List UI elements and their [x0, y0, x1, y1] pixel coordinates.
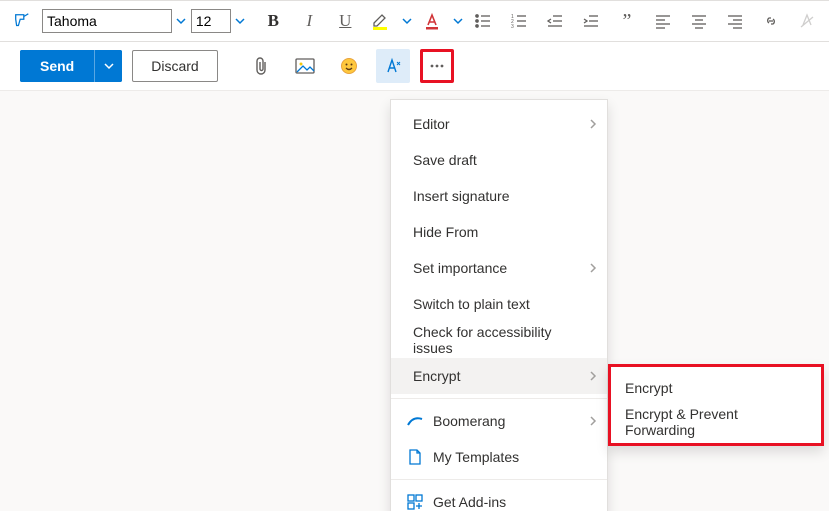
formatting-toolbar: B I U 123 ” [0, 0, 829, 42]
highlight-button[interactable] [365, 5, 397, 37]
menu-item-check-accessibility[interactable]: Check for accessibility issues [391, 322, 607, 358]
font-name-input[interactable] [42, 9, 172, 33]
more-options-button[interactable] [420, 49, 454, 83]
menu-item-hide-from[interactable]: Hide From [391, 214, 607, 250]
menu-label: Editor [413, 116, 450, 132]
clear-format-icon[interactable] [791, 5, 823, 37]
link-icon[interactable] [755, 5, 787, 37]
send-caret-button[interactable] [94, 50, 122, 82]
align-center-button[interactable] [683, 5, 715, 37]
menu-item-boomerang[interactable]: Boomerang [391, 403, 607, 439]
menu-label: Encrypt [625, 380, 672, 396]
menu-label: Set importance [413, 260, 507, 276]
send-button[interactable]: Send [20, 50, 94, 82]
underline-button[interactable]: U [329, 5, 361, 37]
addins-icon [405, 494, 425, 510]
show-formatting-icon[interactable] [376, 49, 410, 83]
menu-item-save-draft[interactable]: Save draft [391, 142, 607, 178]
menu-label: Hide From [413, 224, 478, 240]
font-color-caret[interactable] [452, 9, 463, 33]
font-color-button[interactable] [416, 5, 448, 37]
outdent-button[interactable] [539, 5, 571, 37]
align-right-button[interactable] [719, 5, 751, 37]
align-left-button[interactable] [647, 5, 679, 37]
chevron-right-icon [589, 262, 597, 274]
menu-label: Check for accessibility issues [413, 324, 593, 356]
chevron-right-icon [589, 370, 597, 382]
menu-label: Boomerang [433, 413, 505, 429]
menu-label: Encrypt [413, 368, 460, 384]
message-body-area: Editor Save draft Insert signature Hide … [0, 91, 829, 511]
menu-item-switch-plain[interactable]: Switch to plain text [391, 286, 607, 322]
submenu-item-encrypt[interactable]: Encrypt [611, 371, 821, 405]
menu-label: Encrypt & Prevent Forwarding [625, 406, 807, 438]
menu-item-my-templates[interactable]: My Templates [391, 439, 607, 475]
menu-label: Get Add-ins [433, 494, 506, 510]
submenu-item-encrypt-prevent[interactable]: Encrypt & Prevent Forwarding [611, 405, 821, 439]
compose-action-bar: Send Discard [0, 42, 829, 91]
number-list-button[interactable]: 123 [503, 5, 535, 37]
bold-button[interactable]: B [257, 5, 289, 37]
menu-label: Insert signature [413, 188, 510, 204]
svg-text:3: 3 [511, 24, 514, 30]
font-name-caret[interactable] [176, 9, 187, 33]
font-size-caret[interactable] [235, 9, 246, 33]
chevron-right-icon [589, 118, 597, 130]
menu-separator [391, 479, 607, 480]
bullet-list-button[interactable] [467, 5, 499, 37]
insert-picture-icon[interactable] [288, 49, 322, 83]
menu-item-set-importance[interactable]: Set importance [391, 250, 607, 286]
chevron-right-icon [589, 415, 597, 427]
emoji-icon[interactable] [332, 49, 366, 83]
boomerang-icon [405, 415, 425, 427]
format-painter-icon[interactable] [6, 5, 38, 37]
menu-item-editor[interactable]: Editor [391, 106, 607, 142]
encrypt-submenu: Encrypt Encrypt & Prevent Forwarding [608, 364, 824, 446]
indent-button[interactable] [575, 5, 607, 37]
menu-label: Save draft [413, 152, 477, 168]
attach-icon[interactable] [244, 49, 278, 83]
italic-button[interactable]: I [293, 5, 325, 37]
menu-label: Switch to plain text [413, 296, 530, 312]
send-split-button: Send [20, 50, 122, 82]
menu-separator [391, 398, 607, 399]
font-size-input[interactable] [191, 9, 231, 33]
menu-item-insert-signature[interactable]: Insert signature [391, 178, 607, 214]
highlight-caret[interactable] [401, 9, 412, 33]
menu-item-get-addins[interactable]: Get Add-ins [391, 484, 607, 511]
menu-label: My Templates [433, 449, 519, 465]
quote-button[interactable]: ” [611, 5, 643, 37]
discard-button[interactable]: Discard [132, 50, 217, 82]
menu-item-encrypt[interactable]: Encrypt [391, 358, 607, 394]
templates-icon [405, 449, 425, 465]
more-options-menu: Editor Save draft Insert signature Hide … [390, 99, 608, 511]
